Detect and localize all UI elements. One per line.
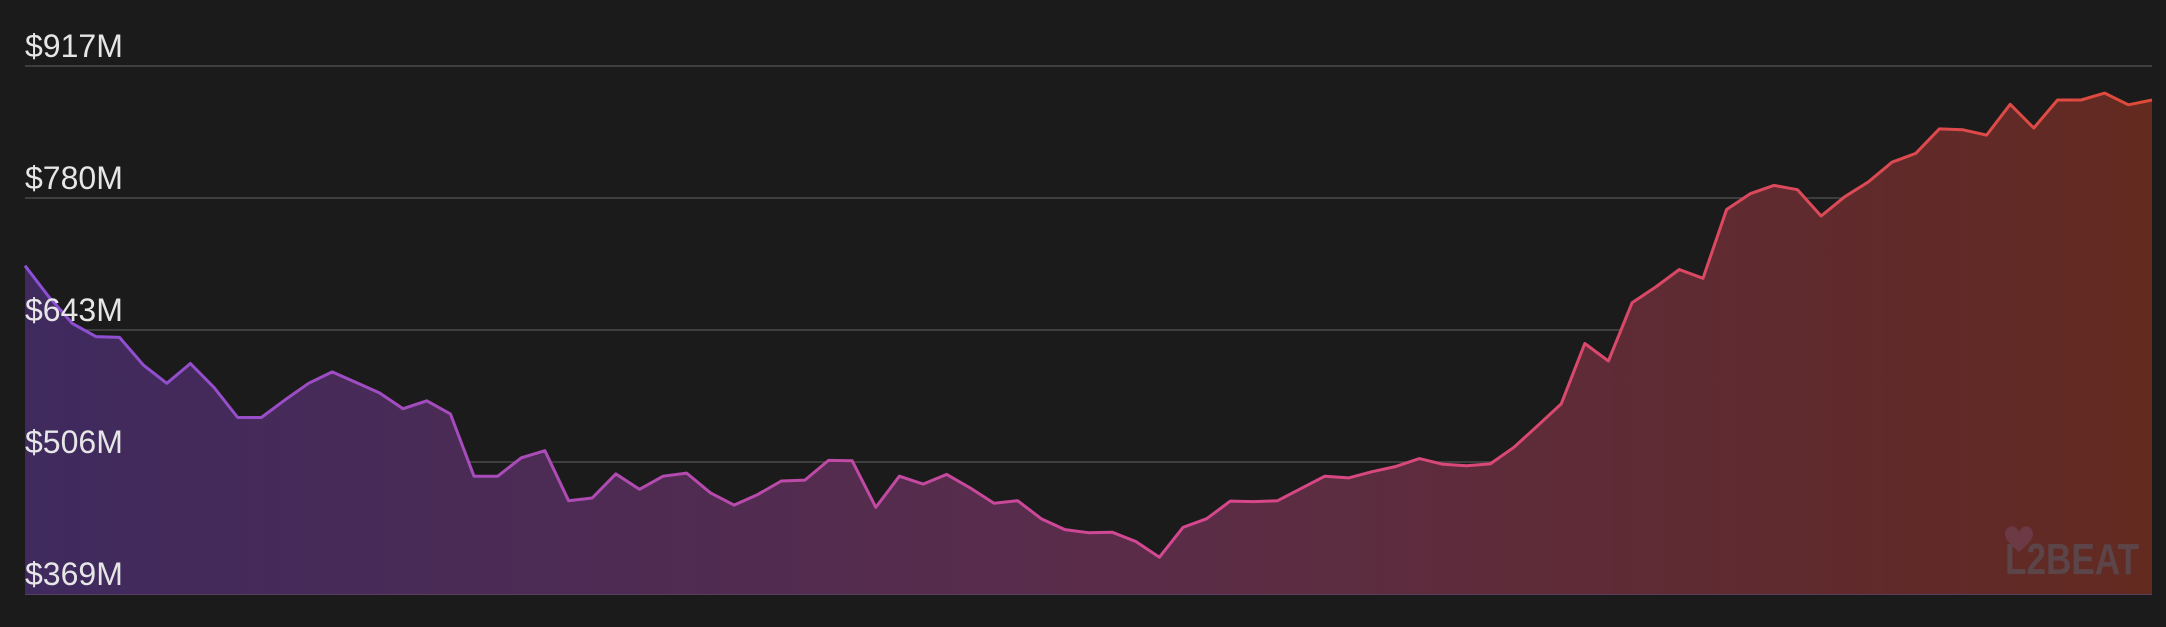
y-tick-label: $369M — [25, 556, 123, 592]
watermark-text: L2BEAT — [2005, 535, 2139, 584]
y-tick-label: $643M — [25, 292, 123, 328]
l2beat-watermark: L2BEAT — [2005, 526, 2139, 584]
y-tick-label: $506M — [25, 424, 123, 460]
chart-svg: $917M $780M $643M $506M $369M L2BEAT — [23, 28, 2153, 595]
area-fill — [25, 93, 2152, 594]
tvl-area-chart: $917M $780M $643M $506M $369M L2BEAT — [0, 0, 2166, 622]
y-tick-label: $780M — [25, 160, 123, 196]
y-tick-label: $917M — [25, 28, 123, 64]
